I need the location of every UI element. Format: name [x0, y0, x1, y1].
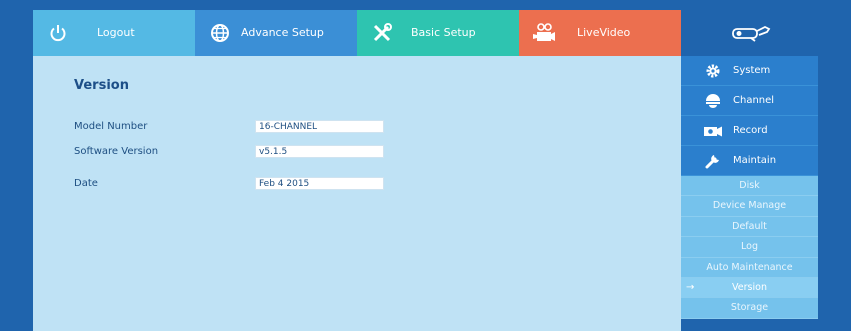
sidebar-subitem-disk[interactable]: Disk [681, 176, 818, 197]
live-video-tab[interactable]: LiveVideo [519, 10, 681, 56]
arrow-right-icon: → [686, 281, 695, 293]
advance-setup-label: Advance Setup [241, 26, 324, 39]
software-version-label: Software Version [74, 146, 159, 157]
basic-setup-label: Basic Setup [411, 26, 476, 39]
record-camera-icon [703, 123, 723, 139]
date-row: Date Feb 4 2015 [74, 177, 404, 191]
gear-icon [703, 63, 723, 79]
date-field[interactable]: Feb 4 2015 [255, 177, 384, 190]
tools-icon [369, 20, 395, 46]
dome-camera-icon [703, 93, 723, 109]
sidebar-subitem-storage[interactable]: Storage [681, 298, 818, 319]
model-number-row: Model Number 16-CHANNEL [74, 120, 404, 134]
sidebar-item-label: System [733, 65, 771, 76]
model-number-label: Model Number [74, 121, 148, 132]
sidebar-subitem-device-manage[interactable]: Device Manage [681, 196, 818, 217]
version-panel: Version Model Number 16-CHANNEL Software… [33, 56, 681, 331]
logout-label: Logout [97, 26, 135, 39]
power-icon [45, 20, 71, 46]
sidebar-subitem-auto-maintenance[interactable]: Auto Maintenance [681, 257, 818, 278]
video-camera-icon [531, 20, 557, 46]
software-version-field[interactable]: v5.1.5 [255, 145, 384, 158]
subitem-label: Default [732, 220, 767, 232]
sidebar-item-label: Channel [733, 95, 775, 106]
software-version-row: Software Version v5.1.5 [74, 145, 404, 159]
sidebar-item-maintain[interactable]: Maintain [681, 146, 818, 176]
sidebar-item-channel[interactable]: Channel [681, 86, 818, 116]
sidebar-item-label: Maintain [733, 155, 777, 166]
brand-logo [681, 10, 818, 56]
subitem-label: Version [732, 281, 767, 293]
model-number-field[interactable]: 16-CHANNEL [255, 120, 384, 133]
sidebar-subitem-log[interactable]: Log [681, 237, 818, 258]
subitem-label: Auto Maintenance [706, 261, 793, 273]
logout-tab[interactable]: Logout [33, 10, 195, 56]
subitem-label: Disk [739, 180, 760, 191]
sidebar-item-system[interactable]: System [681, 56, 818, 86]
globe-icon [207, 20, 233, 46]
advance-setup-tab[interactable]: Advance Setup [195, 10, 357, 63]
basic-setup-tab[interactable]: Basic Setup [357, 10, 519, 56]
live-video-label: LiveVideo [577, 26, 631, 39]
sidebar-item-record[interactable]: Record [681, 116, 818, 146]
wrench-icon [703, 153, 723, 169]
sidebar-subitem-version[interactable]: → Version [681, 277, 818, 299]
subitem-label: Device Manage [712, 200, 787, 212]
top-navigation: Logout Advance Setup Basic Setup LiveVid… [33, 10, 818, 63]
subitem-label: Log [741, 241, 758, 253]
subitem-label: Storage [730, 302, 769, 314]
sidebar-item-label: Record [733, 125, 768, 136]
sidebar-subitem-default[interactable]: Default [681, 216, 818, 238]
sidebar: System Channel Record Maintain Disk Devi… [681, 56, 818, 331]
date-label: Date [74, 178, 98, 189]
camera-logo-icon [731, 20, 771, 46]
page-title: Version [74, 78, 129, 93]
app-frame: Logout Advance Setup Basic Setup LiveVid… [33, 10, 818, 331]
